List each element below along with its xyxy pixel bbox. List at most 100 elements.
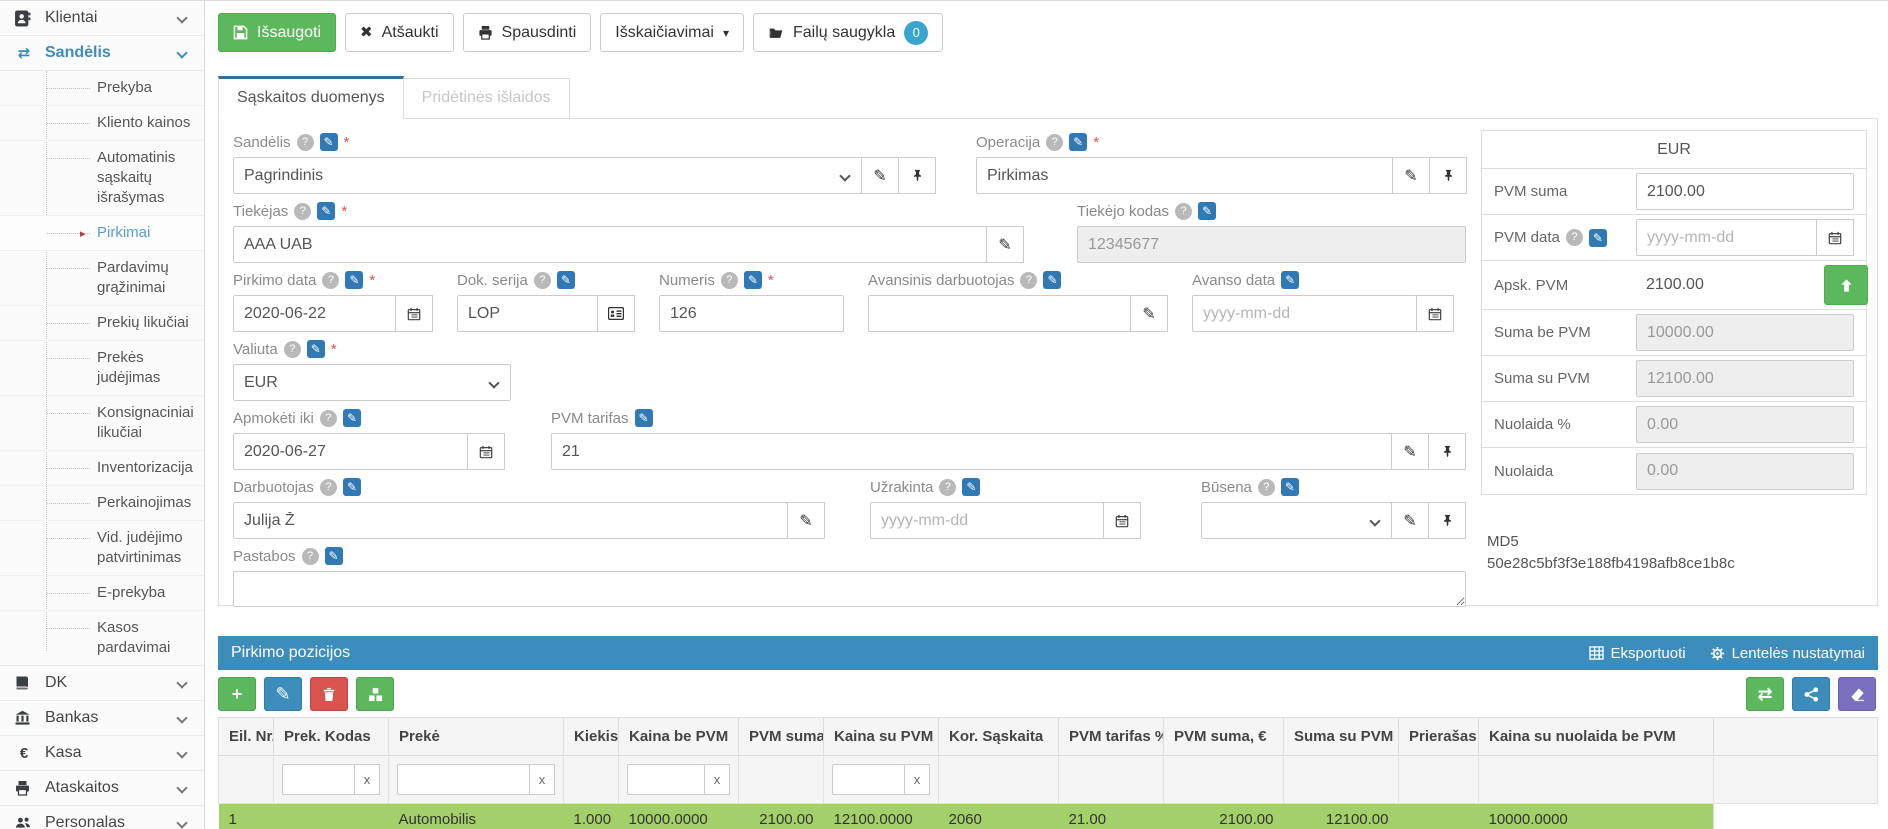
calendar-icon[interactable] [1416,295,1454,332]
edit-field-icon[interactable]: ✎ [343,409,361,427]
sidebar-item-automatinis-saskaitu-israsymas[interactable]: Automatinis sąskaitų išrašymas [0,141,204,216]
sidebar-item-sandelis[interactable]: ⇄ Sandėlis [0,36,204,71]
sidebar-item-prekyba[interactable]: Prekyba [0,71,204,106]
apmoketi-iki-input[interactable] [233,433,468,470]
edit-field-icon[interactable]: ✎ [307,340,325,358]
pin-operacija-button[interactable] [1429,157,1467,194]
file-storage-button[interactable]: Failų saugykla 0 [753,13,943,52]
col-header[interactable]: Kiekis [564,718,619,756]
sidebar-item-prekes-judejimas[interactable]: Prekės judėjimas [0,341,204,396]
pvm-data-input[interactable] [1636,219,1817,256]
share-positions-button[interactable] [1792,677,1830,711]
sidebar-item-pirkimai[interactable]: ▸Pirkimai [0,216,204,251]
help-icon[interactable]: ? [320,479,337,496]
col-header[interactable]: Prierašas [1399,718,1479,756]
filter-kaina-be-pvm-input[interactable] [627,764,705,795]
darbuotojas-input[interactable] [233,502,788,539]
filter-kaina-su-pvm-input[interactable] [832,764,905,795]
edit-position-button[interactable]: ✎ [264,677,302,711]
sidebar-item-kasos-pardavimai[interactable]: Kasos pardavimai [0,611,204,665]
help-icon[interactable]: ? [1046,134,1063,151]
help-icon[interactable]: ? [322,272,339,289]
sidebar-item-konsignaciniai-likuciai[interactable]: Konsignaciniai likučiai [0,396,204,451]
sidebar-item-vid-judejimo-patvirtinimas[interactable]: Vid. judėjimo patvirtinimas [0,521,204,576]
series-card-icon[interactable] [597,295,635,332]
sidebar-item-dk[interactable]: DK [0,666,204,701]
edit-avansinis-button[interactable]: ✎ [1130,295,1168,332]
sidebar-item-personalas[interactable]: Personalas [0,806,204,829]
edit-field-icon[interactable]: ✎ [345,271,363,289]
position-row[interactable]: 1 Automobilis 1.000 10000.0000 2100.00 1… [219,804,1878,829]
table-settings-link[interactable]: Lentelės nustatymai [1710,645,1865,662]
help-icon[interactable]: ? [294,203,311,220]
edit-field-icon[interactable]: ✎ [1281,271,1299,289]
sidebar-item-pardavimu-grazinimai[interactable]: Pardavimų grąžinimai [0,251,204,306]
sidebar-item-bankas[interactable]: Bankas [0,701,204,736]
help-icon[interactable]: ? [939,479,956,496]
col-header[interactable]: Kor. Sąskaita [939,718,1059,756]
sidebar-item-kasa[interactable]: € Kasa [0,736,204,771]
pastabos-textarea[interactable] [233,571,1466,607]
sidebar-item-e-prekyba[interactable]: E-prekyba [0,576,204,611]
operacija-input[interactable] [976,157,1393,194]
edit-field-icon[interactable]: ✎ [1281,478,1299,496]
col-header[interactable]: Eil. Nr. [219,718,274,756]
dok-serija-input[interactable] [457,295,598,332]
clear-filter-button[interactable]: x [904,764,930,795]
clear-filter-button[interactable]: x [529,764,555,795]
edit-field-icon[interactable]: ✎ [1198,202,1216,220]
col-header[interactable]: Prekė [389,718,564,756]
pin-busena-button[interactable] [1428,502,1466,539]
edit-field-icon[interactable]: ✎ [325,547,343,565]
save-button[interactable]: Išsaugoti [218,13,336,52]
cancel-button[interactable]: ✖ Atšaukti [345,13,454,52]
edit-field-icon[interactable]: ✎ [1043,271,1061,289]
calendar-icon[interactable] [467,433,505,470]
edit-field-icon[interactable]: ✎ [317,202,335,220]
tab-saskaitos-duomenys[interactable]: Sąskaitos duomenys [218,76,404,119]
col-header[interactable]: Kaina su PVM [824,718,939,756]
pvm-tarifas-input[interactable] [551,433,1392,470]
export-link[interactable]: Eksportuoti [1589,645,1686,662]
sandelis-select[interactable]: Pagrindinis [233,157,862,194]
col-header[interactable]: PVM tarifas % [1059,718,1164,756]
clear-filter-button[interactable]: x [354,764,380,795]
sidebar-item-prekiu-likuciai[interactable]: Prekių likučiai [0,306,204,341]
edit-tiekejas-button[interactable]: ✎ [986,226,1024,263]
edit-field-icon[interactable]: ✎ [1589,229,1607,247]
sidebar-item-perkainojimas[interactable]: Perkainojimas [0,486,204,521]
pvm-suma-input[interactable] [1636,173,1854,210]
tiekejas-input[interactable] [233,226,987,263]
edit-field-icon[interactable]: ✎ [343,478,361,496]
exchange-positions-button[interactable]: ⇄ [1746,677,1784,711]
edit-sandelis-button[interactable]: ✎ [861,157,899,194]
help-icon[interactable]: ? [1175,203,1192,220]
edit-field-icon[interactable]: ✎ [744,271,762,289]
sidebar-item-kliento-kainos[interactable]: Kliento kainos [0,106,204,141]
print-button[interactable]: Spausdinti [463,13,592,52]
pirkimo-data-input[interactable] [233,295,396,332]
copy-positions-button[interactable] [356,677,394,711]
tab-pridetines-islaidos[interactable]: Pridėtinės išlaidos [404,78,570,119]
calendar-icon[interactable] [1103,502,1141,539]
help-icon[interactable]: ? [320,410,337,427]
busena-select[interactable] [1201,502,1392,539]
edit-field-icon[interactable]: ✎ [1069,133,1087,151]
edit-busena-button[interactable]: ✎ [1391,502,1429,539]
edit-field-icon[interactable]: ✎ [962,478,980,496]
edit-operacija-button[interactable]: ✎ [1392,157,1430,194]
col-header[interactable]: Kaina be PVM [619,718,739,756]
numeris-input[interactable] [659,295,844,332]
pin-sandelis-button[interactable] [898,157,936,194]
add-position-button[interactable]: + [218,677,256,711]
edit-field-icon[interactable]: ✎ [320,133,338,151]
help-icon[interactable]: ? [721,272,738,289]
calendar-icon[interactable] [395,295,433,332]
edit-field-icon[interactable]: ✎ [557,271,575,289]
help-icon[interactable]: ? [1566,229,1583,246]
help-icon[interactable]: ? [1020,272,1037,289]
clear-filter-button[interactable]: x [704,764,730,795]
calculations-dropdown-button[interactable]: Išskaičiavimai ▾ [600,13,744,52]
sidebar-item-klientai[interactable]: Klientai [0,1,204,36]
help-icon[interactable]: ? [284,341,301,358]
